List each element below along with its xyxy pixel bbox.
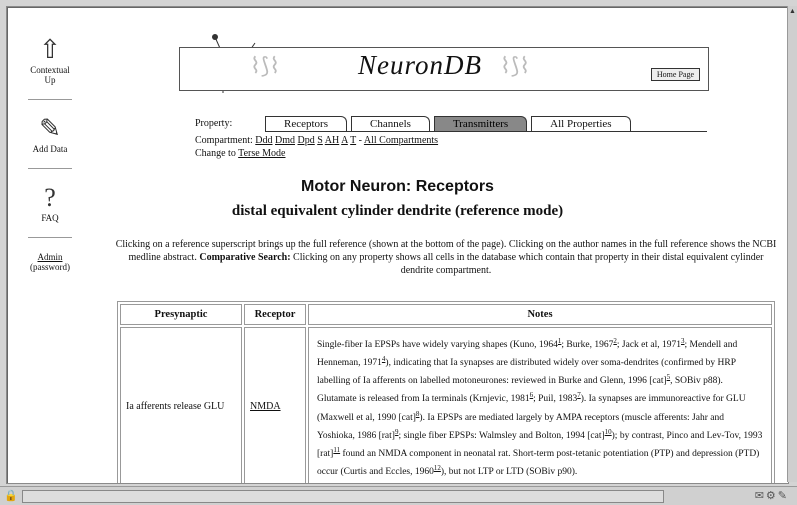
contextual-up-label: Contextual Up	[30, 65, 70, 85]
pencil-icon: ✎	[39, 114, 61, 143]
compartment-link-dmd[interactable]: Dmd	[275, 135, 295, 146]
tab-channels[interactable]: Channels	[350, 116, 430, 132]
banner-decoration: ⌇⟆⌇	[500, 54, 531, 79]
intro-part-2: Clicking on any property shows all cells…	[293, 252, 764, 276]
header-notes: Notes	[308, 304, 772, 325]
status-bar: 🔒 ✉⚙✎	[0, 486, 797, 505]
header-presynaptic: Presynaptic	[120, 304, 242, 325]
neurondb-banner: ⌇⟆⌇ ⌇⟆⌇ NeuronDB Home Page	[179, 47, 709, 91]
admin-note: (password)	[30, 262, 70, 272]
reference-superscript[interactable]: 12	[434, 464, 441, 472]
admin-link[interactable]: Admin	[37, 252, 62, 262]
page-title: Motor Neuron: Receptors	[301, 178, 494, 195]
tab-all-properties[interactable]: All Properties	[531, 116, 631, 132]
table-row: Ia afferents release GLU NMDA Single-fib…	[120, 327, 772, 483]
add-data-label: Add Data	[32, 144, 68, 154]
contextual-up-button[interactable]: ⇧ Contextual Up	[25, 35, 75, 85]
terse-mode-link[interactable]: Terse Mode	[238, 148, 285, 159]
scroll-up-icon[interactable]: ▲	[788, 6, 797, 16]
mode-row: Change to Terse Mode	[195, 148, 286, 159]
compartment-link-a[interactable]: A	[341, 135, 348, 146]
status-field	[22, 490, 664, 503]
nav-divider	[28, 99, 72, 100]
compartment-link-ah[interactable]: AH	[325, 135, 339, 146]
up-arrow-icon: ⇧	[39, 35, 61, 64]
page-subtitle: distal equivalent cylinder dendrite (ref…	[231, 203, 564, 219]
nav-divider	[28, 237, 72, 238]
notes-text: ; Jack et al, 1971	[616, 340, 681, 351]
intro-bold: Comparative Search:	[199, 252, 291, 263]
nav-divider	[28, 168, 72, 169]
cell-receptor-link[interactable]: NMDA	[244, 327, 306, 483]
vertical-scrollbar[interactable]: ▲	[787, 6, 797, 482]
tab-receptors[interactable]: Receptors	[265, 116, 347, 132]
cell-presynaptic: Ia afferents release GLU	[120, 327, 242, 483]
header-receptor: Receptor	[244, 304, 306, 325]
status-toolbar-icons: ✉⚙✎	[754, 490, 789, 502]
intro-text: Clicking on a reference superscript brin…	[111, 238, 781, 277]
notes-text: ; Burke, 1967	[561, 340, 614, 351]
browser-content: ⇧ Contextual Up ✎ Add Data ? FAQ Admin (…	[6, 6, 789, 484]
site-logo: NeuronDB	[358, 50, 482, 80]
compartment-link-ddd[interactable]: Ddd	[255, 135, 272, 146]
compartment-link-t[interactable]: T	[350, 135, 356, 146]
property-label: Property:	[195, 118, 233, 129]
neuron-soma-icon	[212, 34, 218, 40]
banner-decoration: ⌇⟆⌇	[250, 54, 281, 79]
security-icon: 🔒	[4, 490, 18, 502]
compartment-separator: -	[358, 135, 362, 146]
compartment-row: Compartment: Ddd Dmd Dpd S AH A T - All …	[195, 135, 438, 146]
notes-text: ; single fiber EPSPs: Walmsley and Bolto…	[398, 430, 605, 441]
receptor-table: Presynaptic Receptor Notes Ia afferents …	[117, 301, 775, 483]
property-tabs: Receptors Channels Transmitters All Prop…	[265, 116, 631, 132]
tab-underline	[265, 131, 707, 132]
compartment-link-dpd[interactable]: Dpd	[298, 135, 315, 146]
mode-label: Change to	[195, 148, 236, 159]
add-data-button[interactable]: ✎ Add Data	[25, 114, 75, 154]
notes-text: ; Puil, 1983	[533, 394, 578, 405]
notes-text: Single-fiber Ia EPSPs have widely varyin…	[317, 340, 558, 351]
tab-transmitters[interactable]: Transmitters	[433, 116, 528, 132]
home-page-button[interactable]: Home Page	[650, 68, 700, 81]
notes-text: ), but not LTP or LTD (SOBiv p90).	[440, 467, 578, 478]
reference-superscript[interactable]: 10	[605, 428, 612, 436]
all-compartments-link[interactable]: All Compartments	[364, 135, 438, 146]
table-header-row: Presynaptic Receptor Notes	[120, 304, 772, 325]
cell-notes: Single-fiber Ia EPSPs have widely varyin…	[308, 327, 772, 483]
compartment-label: Compartment:	[195, 135, 253, 146]
compartment-link-s[interactable]: S	[317, 135, 323, 146]
left-navigation: ⇧ Contextual Up ✎ Add Data ? FAQ Admin (…	[25, 35, 75, 272]
notes-text: ;	[684, 340, 688, 351]
